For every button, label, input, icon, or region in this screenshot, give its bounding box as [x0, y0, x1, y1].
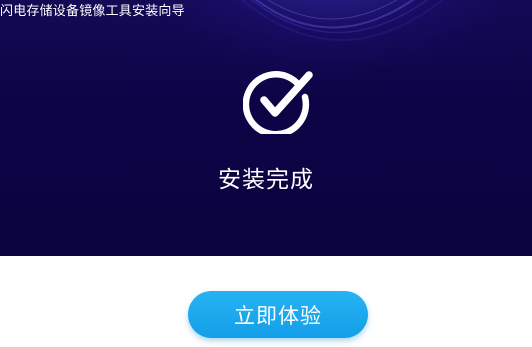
installer-window: 闪电存储设备镜像工具安装向导 安装完成 立即体验: [0, 0, 532, 347]
window-title: 闪电存储设备镜像工具安装向导: [0, 4, 185, 19]
install-complete-text: 安装完成: [218, 167, 314, 193]
start-now-button[interactable]: 立即体验: [188, 291, 368, 338]
check-circle-icon: [243, 71, 313, 134]
hero-banner: 闪电存储设备镜像工具安装向导 安装完成: [0, 0, 532, 256]
